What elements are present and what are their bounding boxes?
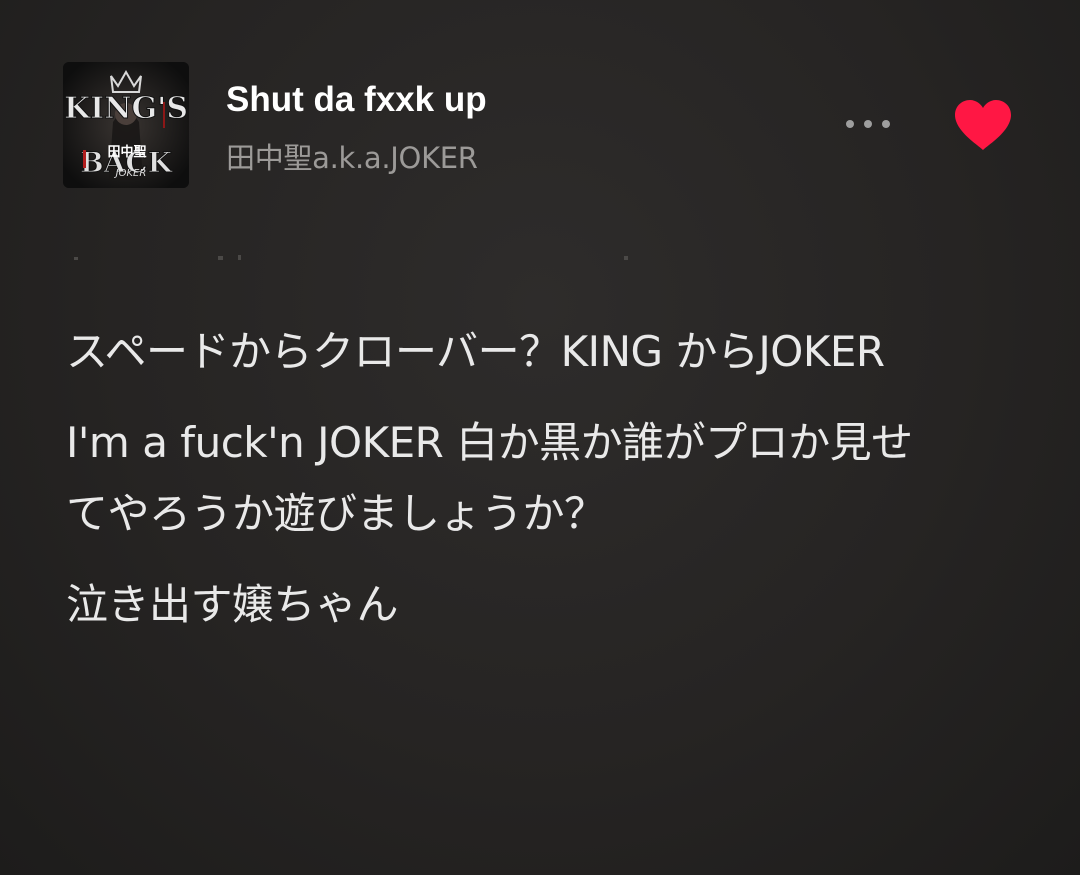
now-playing-header: KING'S BACK 田中聖 JOKER Shut da fxxk up 田中… xyxy=(0,0,1080,230)
album-cover-image: KING'S BACK 田中聖 JOKER xyxy=(63,62,189,188)
like-button[interactable] xyxy=(950,96,1016,156)
more-horizontal-icon-dot xyxy=(882,120,890,128)
album-art-title-top: KING'S xyxy=(64,91,188,126)
faded-previous-lyric xyxy=(74,255,628,260)
album-art-joker: JOKER xyxy=(114,168,147,179)
heart-icon xyxy=(955,100,1011,150)
album-art[interactable]: KING'S BACK 田中聖 JOKER xyxy=(63,62,189,188)
track-artist[interactable]: 田中聖a.k.a.JOKER xyxy=(226,135,478,177)
more-options-button[interactable] xyxy=(836,106,900,142)
lyrics-panel[interactable]: スペードからクローバー？KING からJOKER I'm a fuck'n JO… xyxy=(66,316,926,660)
album-art-artist: 田中聖 xyxy=(107,144,146,160)
more-horizontal-icon xyxy=(846,120,854,128)
lyric-line[interactable]: 泣き出す嬢ちゃん xyxy=(66,569,926,640)
lyric-line[interactable]: I'm a fuck'n JOKER 白か黒か誰がプロか見せてやろうか遊びましょ… xyxy=(66,407,926,549)
more-horizontal-icon-dot xyxy=(864,120,872,128)
track-title: Shut da fxxk up xyxy=(226,80,487,119)
lyric-line[interactable]: スペードからクローバー？KING からJOKER xyxy=(66,316,926,387)
